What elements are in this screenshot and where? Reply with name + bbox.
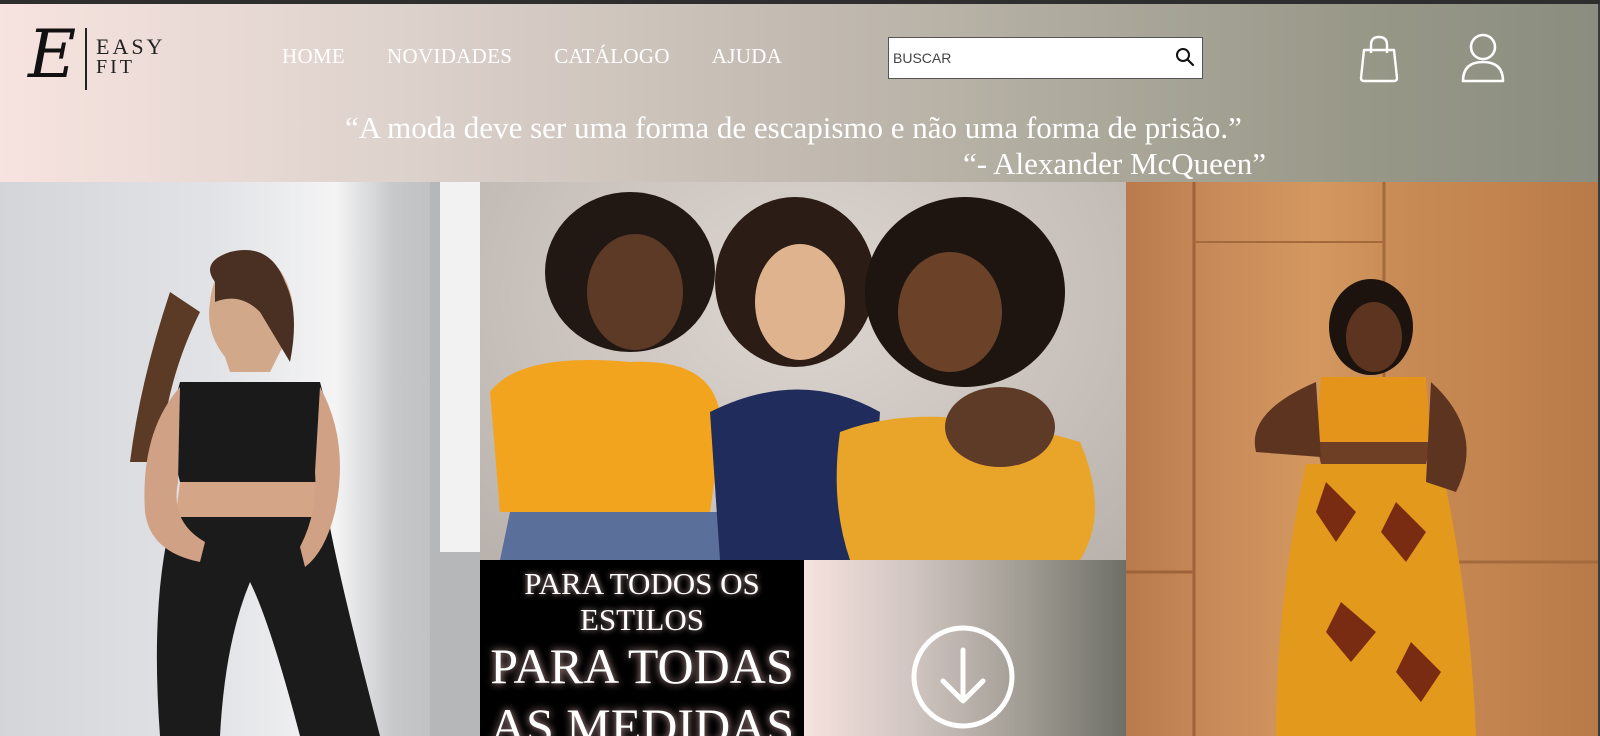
quote-author: “- Alexander McQueen” xyxy=(963,146,1266,181)
brand-logo[interactable]: E EASY FIT xyxy=(28,20,168,94)
nav-catalogo[interactable]: CATÁLOGO xyxy=(554,44,670,69)
nav-novidades[interactable]: NOVIDADES xyxy=(387,44,512,69)
tagline-panel: PARA TODOS OS ESTILOS PARA TODAS AS MEDI… xyxy=(480,560,804,736)
nav-home[interactable]: HOME xyxy=(282,44,345,69)
search-icon[interactable] xyxy=(1174,46,1196,68)
nav-ajuda[interactable]: AJUDA xyxy=(712,44,782,69)
tagline-big: PARA TODAS AS MEDIDAS xyxy=(489,638,795,736)
tagline-small: PARA TODOS OS ESTILOS xyxy=(524,566,760,637)
model-photo-left xyxy=(0,182,480,736)
logo-divider xyxy=(85,28,87,90)
logo-initial: E xyxy=(28,16,77,93)
site-header: E EASY FIT HOME NOVIDADES CATÁLOGO AJUDA… xyxy=(0,4,1598,182)
search-input[interactable] xyxy=(891,38,1171,78)
group-photo-center xyxy=(480,182,1126,560)
model-photo-right xyxy=(1126,182,1598,736)
arrow-down-circle-icon[interactable] xyxy=(910,624,1016,730)
quote-text: “A moda deve ser uma forma de escapismo … xyxy=(345,110,1242,145)
scroll-down-panel xyxy=(804,560,1126,736)
search-box xyxy=(888,37,1203,79)
logo-line-2: FIT xyxy=(96,56,135,78)
main-nav: HOME NOVIDADES CATÁLOGO AJUDA xyxy=(282,44,782,69)
user-icon[interactable] xyxy=(1459,32,1507,84)
shopping-bag-icon[interactable] xyxy=(1358,34,1400,84)
